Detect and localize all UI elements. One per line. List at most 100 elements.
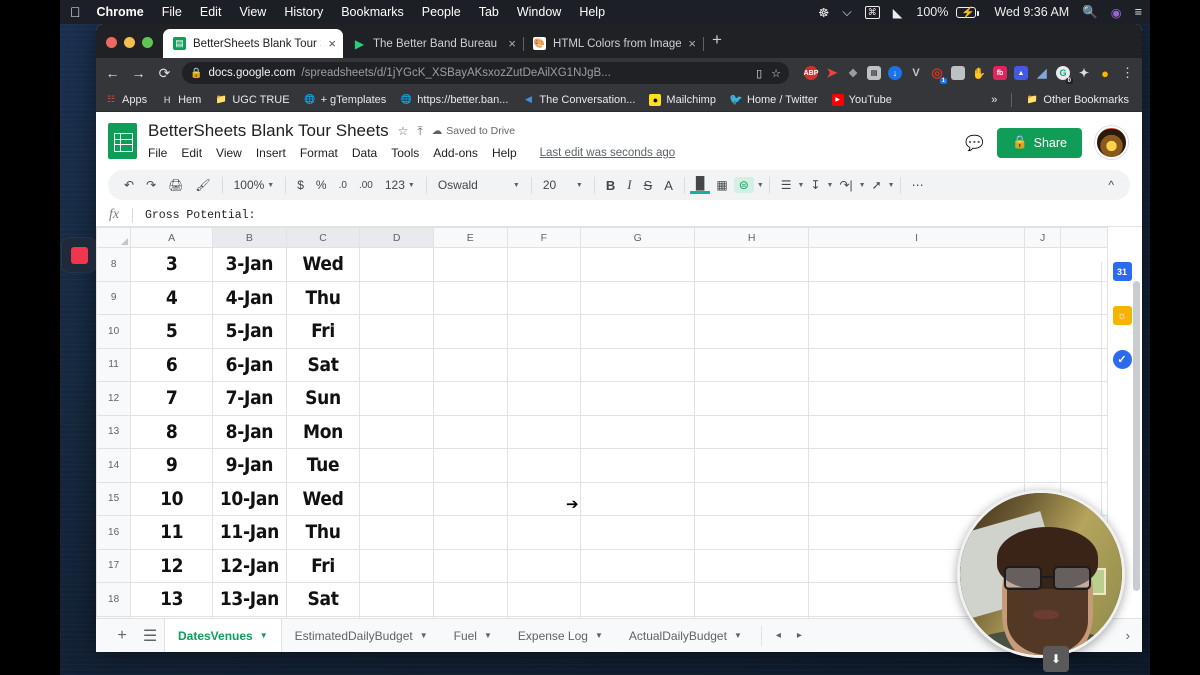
page-title[interactable]: BetterSheets Blank Tour Sheets bbox=[148, 121, 389, 141]
decrease-decimal-button[interactable]: .0 bbox=[333, 180, 353, 191]
cell-f13[interactable] bbox=[507, 415, 581, 449]
fb-extension[interactable]: fb bbox=[993, 66, 1007, 80]
chevron-down-icon[interactable]: ▼ bbox=[420, 631, 428, 640]
menubar-item-people[interactable]: People bbox=[422, 5, 461, 19]
cell-g13[interactable] bbox=[581, 415, 695, 449]
cell-f11[interactable] bbox=[507, 348, 581, 382]
chevron-down-icon[interactable]: ▼ bbox=[859, 182, 866, 189]
kebab-menu-icon[interactable]: ⋮ bbox=[1121, 65, 1134, 81]
text-rotation-icon[interactable]: ➚ bbox=[866, 178, 888, 192]
menubar-item-edit[interactable]: Edit bbox=[200, 5, 222, 19]
formula-input[interactable]: Gross Potential: bbox=[133, 209, 255, 222]
column-header-j[interactable]: J bbox=[1024, 228, 1060, 248]
maximize-window-button[interactable] bbox=[142, 37, 153, 48]
cell-g15[interactable] bbox=[581, 482, 695, 516]
sheet-tabs-prev-button[interactable]: ◂ bbox=[776, 630, 781, 641]
cell-b12[interactable]: 7-Jan bbox=[213, 382, 287, 416]
cell-j8[interactable] bbox=[1024, 248, 1060, 282]
text-color-button[interactable]: A bbox=[658, 178, 679, 193]
column-header-h[interactable]: H bbox=[695, 228, 809, 248]
column-header-g[interactable]: G bbox=[581, 228, 695, 248]
cell-e17[interactable] bbox=[433, 549, 507, 583]
chevron-down-icon[interactable]: ▼ bbox=[757, 182, 764, 189]
cell-b13[interactable]: 8-Jan bbox=[213, 415, 287, 449]
cell-e14[interactable] bbox=[433, 449, 507, 483]
grammar-extension[interactable]: ▤ bbox=[867, 66, 881, 80]
wifi-icon[interactable]: ◣ bbox=[893, 5, 903, 20]
currency-format-button[interactable]: $ bbox=[291, 178, 310, 192]
cell-b9[interactable]: 4-Jan bbox=[213, 281, 287, 315]
expand-panel-button[interactable]: › bbox=[1126, 628, 1142, 643]
row-header[interactable]: 11 bbox=[97, 348, 131, 382]
cell-c12[interactable]: Sun bbox=[286, 382, 360, 416]
browser-tab-podcast[interactable]: ▶ The Better Band Bureau Podca × bbox=[343, 29, 523, 58]
row-header[interactable]: 13 bbox=[97, 415, 131, 449]
battery-charging-icon[interactable]: ⚡ bbox=[952, 7, 976, 18]
cell-g16[interactable] bbox=[581, 516, 695, 550]
menubar-item-view[interactable]: View bbox=[239, 5, 266, 19]
sheet-tab-expense-log[interactable]: Expense Log ▼ bbox=[505, 619, 616, 653]
red-arrow-extension[interactable]: ➤ bbox=[825, 66, 839, 80]
sheet-tab-actualdailybudget[interactable]: ActualDailyBudget ▼ bbox=[616, 619, 755, 653]
column-header-a[interactable]: A bbox=[131, 228, 213, 248]
blue-extension[interactable]: ▲ bbox=[1014, 66, 1028, 80]
row-header[interactable]: 8 bbox=[97, 248, 131, 282]
collapse-toolbar-icon[interactable]: ^ bbox=[1102, 178, 1120, 192]
cell-e15[interactable] bbox=[433, 482, 507, 516]
cell-f12[interactable] bbox=[507, 382, 581, 416]
bookmark-ugc-true[interactable]: 📁 UGC TRUE bbox=[215, 94, 289, 106]
cell-a18[interactable]: 13 bbox=[131, 583, 213, 617]
column-header-b[interactable]: B bbox=[213, 228, 287, 248]
more-options-icon[interactable]: ⋯ bbox=[906, 178, 930, 192]
cell-g17[interactable] bbox=[581, 549, 695, 583]
sheet-tab-datesvenues[interactable]: DatesVenues ▼ bbox=[164, 619, 282, 653]
reload-button[interactable]: ⟳ bbox=[156, 65, 173, 82]
cell-c10[interactable]: Fri bbox=[286, 315, 360, 349]
cell-i13[interactable] bbox=[809, 415, 1025, 449]
cell-a10[interactable]: 5 bbox=[131, 315, 213, 349]
bookmark-twitter[interactable]: 🐦 Home / Twitter bbox=[730, 94, 818, 106]
cell-h17[interactable] bbox=[695, 549, 809, 583]
cell-d17[interactable] bbox=[360, 549, 434, 583]
cell-d14[interactable] bbox=[360, 449, 434, 483]
cell-e18[interactable] bbox=[433, 583, 507, 617]
menubar-item-tab[interactable]: Tab bbox=[479, 5, 499, 19]
select-all-corner[interactable] bbox=[97, 228, 131, 248]
cell-e16[interactable] bbox=[433, 516, 507, 550]
menu-addons[interactable]: Add-ons bbox=[433, 146, 478, 160]
row-header[interactable]: 10 bbox=[97, 315, 131, 349]
cell-g8[interactable] bbox=[581, 248, 695, 282]
menubar-item-bookmarks[interactable]: Bookmarks bbox=[341, 5, 404, 19]
menubar-item-window[interactable]: Window bbox=[517, 5, 561, 19]
cell-j9[interactable] bbox=[1024, 281, 1060, 315]
cell-c18[interactable]: Sat bbox=[286, 583, 360, 617]
cell-f18[interactable] bbox=[507, 583, 581, 617]
bookmarks-overflow-button[interactable]: » bbox=[991, 94, 997, 106]
row-header[interactable]: 15 bbox=[97, 482, 131, 516]
undo-icon[interactable]: ↶ bbox=[118, 178, 140, 192]
cell-d18[interactable] bbox=[360, 583, 434, 617]
cell-d10[interactable] bbox=[360, 315, 434, 349]
cell-i8[interactable] bbox=[809, 248, 1025, 282]
star-icon[interactable]: ☆ bbox=[398, 124, 409, 138]
cell-d16[interactable] bbox=[360, 516, 434, 550]
menubar-item-chrome[interactable]: Chrome bbox=[97, 5, 144, 19]
menu-edit[interactable]: Edit bbox=[181, 146, 202, 160]
close-window-button[interactable] bbox=[106, 37, 117, 48]
column-header-c[interactable]: C bbox=[286, 228, 360, 248]
forward-button[interactable]: → bbox=[130, 65, 147, 81]
table-row[interactable]: 17 12 12-Jan Fri bbox=[97, 549, 1108, 583]
cell-c8[interactable]: Wed bbox=[286, 248, 360, 282]
more-formats-button[interactable]: 123 ▼ bbox=[379, 178, 421, 192]
column-header-f[interactable]: F bbox=[507, 228, 581, 248]
cell-g9[interactable] bbox=[581, 281, 695, 315]
table-row[interactable]: 12 7 7-Jan Sun bbox=[97, 382, 1108, 416]
bookmark-the-conversation[interactable]: ◀ The Conversation... bbox=[522, 94, 635, 106]
cell-b10[interactable]: 5-Jan bbox=[213, 315, 287, 349]
menu-insert[interactable]: Insert bbox=[256, 146, 286, 160]
column-header-d[interactable]: D bbox=[360, 228, 434, 248]
spiral-icon[interactable]: ☸ bbox=[818, 5, 829, 20]
drag-handle-icon[interactable]: ⬇ bbox=[1043, 646, 1069, 672]
menu-data[interactable]: Data bbox=[352, 146, 377, 160]
sheet-tab-estimateddailybudget[interactable]: EstimatedDailyBudget ▼ bbox=[282, 619, 441, 653]
